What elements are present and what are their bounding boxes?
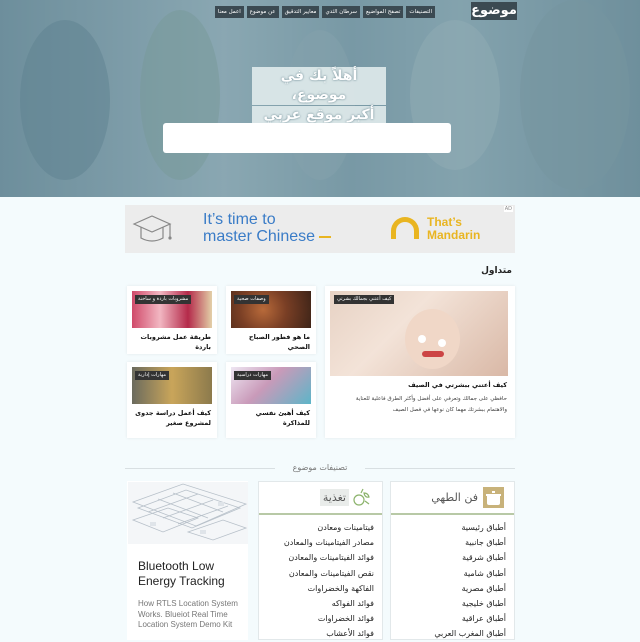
category-badge[interactable]: مهارات إدارية bbox=[135, 371, 170, 380]
nav-link-standards[interactable]: معايير التدقيق bbox=[281, 6, 320, 18]
ad-banner[interactable]: It’s time to master Chinese That’s Manda… bbox=[125, 205, 515, 253]
category-label[interactable]: فن الطهي bbox=[431, 489, 478, 506]
nav-link-categories[interactable]: التصنيفات bbox=[406, 6, 435, 18]
category-link[interactable]: أطباق شامية bbox=[434, 566, 506, 581]
trending-card[interactable]: مهارات دراسية كيف أهيئ نفسي للمذاكرة bbox=[226, 362, 316, 438]
category-link[interactable]: أطباق جانبية bbox=[434, 535, 506, 550]
nav-link-about[interactable]: عن موضوع bbox=[246, 6, 279, 18]
category-link[interactable]: فيتامينات ومعادن bbox=[284, 520, 374, 535]
category-link[interactable]: أطباق عراقية bbox=[434, 611, 506, 626]
category-badge[interactable]: كيف أعتني بجمالك بشرتي bbox=[334, 295, 395, 304]
article-title[interactable]: كيف أهيئ نفسي للمذاكرة bbox=[228, 408, 310, 428]
category-link[interactable]: فوائد الفيتامينات والمعادن bbox=[284, 550, 374, 565]
category-link[interactable]: نقص الفيتامينات والمعادن bbox=[284, 566, 374, 581]
category-badge[interactable]: وصفات صحية bbox=[234, 295, 269, 304]
trending-main-card[interactable]: كيف أعتني بجمالك بشرتي كيف أعتني ببشرتي … bbox=[325, 286, 515, 438]
category-links: أطباق رئيسية أطباق جانبية أطباق شرقية أط… bbox=[434, 520, 506, 642]
category-link[interactable]: مصادر الفيتامينات والمعادن bbox=[284, 535, 374, 550]
categories-heading: تصنيفات موضوع bbox=[125, 463, 515, 473]
category-link[interactable]: فوائد الخضراوات bbox=[284, 611, 374, 626]
ad-headline: It’s time to master Chinese bbox=[203, 211, 332, 245]
ad-image bbox=[128, 482, 248, 544]
ad-line2: master Chinese bbox=[203, 228, 316, 245]
ad-card-heading[interactable]: Bluetooth Low Energy Tracking bbox=[138, 559, 242, 589]
category-link[interactable]: فوائد الفواكه bbox=[284, 596, 374, 611]
ad-line1: It’s time to bbox=[203, 211, 276, 228]
nav-link-careers[interactable]: اعمل معنا bbox=[214, 6, 244, 18]
category-cooking: فن الطهي أطباق رئيسية أطباق جانبية أطباق… bbox=[390, 481, 515, 640]
sponsored-card[interactable]: Bluetooth Low Energy Tracking How RTLS L… bbox=[127, 481, 248, 640]
category-badge[interactable]: مشروبات باردة و ساخنة bbox=[135, 295, 192, 304]
article-title[interactable]: كيف أعمل دراسة جدوى لمشروع صغير bbox=[129, 408, 211, 428]
cooking-pot-icon bbox=[483, 487, 504, 508]
vegetables-icon bbox=[353, 488, 370, 506]
category-label[interactable]: تغذية bbox=[319, 489, 349, 506]
category-header[interactable]: فن الطهي bbox=[391, 482, 514, 515]
site-logo[interactable]: موضوع bbox=[471, 2, 517, 20]
category-link[interactable]: أطباق المغرب العربي bbox=[434, 626, 506, 641]
category-link[interactable]: أطباق رئيسية bbox=[434, 520, 506, 535]
face-shape bbox=[405, 309, 460, 369]
trending-card[interactable]: وصفات صحية ما هو فطور الصباح الصحي bbox=[226, 286, 316, 354]
category-links: فيتامينات ومعادن مصادر الفيتامينات والمع… bbox=[284, 520, 374, 642]
nav-link-breast-cancer[interactable]: سرطان الثدي bbox=[322, 6, 360, 18]
category-link[interactable]: أطباق مصرية bbox=[434, 581, 506, 596]
mandarin-logo-icon bbox=[391, 217, 419, 239]
nav-link-browse[interactable]: تصفح المواضيع bbox=[363, 6, 404, 18]
article-title[interactable]: طريقة عمل مشروبات باردة bbox=[129, 332, 212, 352]
search-input[interactable] bbox=[163, 123, 451, 153]
article-description: حافظي على جمالك وتعرفي على أفضل وأكثر ال… bbox=[355, 396, 507, 413]
category-link[interactable]: أطباق خليجية bbox=[434, 596, 506, 611]
category-nutrition: تغذية فيتامينات ومعادن مصادر الفيتامينات… bbox=[258, 481, 383, 640]
trending-card[interactable]: مهارات إدارية كيف أعمل دراسة جدوى لمشروع… bbox=[127, 362, 217, 438]
ad-choices-icon[interactable]: AD bbox=[503, 206, 513, 212]
dash-icon bbox=[319, 235, 332, 238]
category-badge[interactable]: مهارات دراسية bbox=[234, 371, 272, 380]
trending-title: متداول bbox=[481, 266, 512, 276]
ad-card-description: How RTLS Location System Works. Blueiot … bbox=[138, 599, 238, 629]
nail-polish bbox=[422, 351, 444, 357]
graduation-cap-icon bbox=[132, 215, 172, 242]
category-link[interactable]: أطباق شرقية bbox=[434, 550, 506, 565]
cream-dot bbox=[418, 335, 426, 343]
floorplan-illustration bbox=[131, 483, 248, 541]
top-nav: التصنيفات تصفح المواضيع سرطان الثدي معاي… bbox=[205, 6, 435, 18]
trending-card[interactable]: مشروبات باردة و ساخنة طريقة عمل مشروبات … bbox=[127, 286, 217, 354]
ad-brand-text: That’s Mandarin bbox=[427, 216, 480, 242]
category-link[interactable]: الفاكهة والخضراوات bbox=[284, 581, 374, 596]
hero-banner: موضوع التصنيفات تصفح المواضيع سرطان الثد… bbox=[0, 0, 640, 197]
hero-title-line1: أهلاً بك في موضوع، bbox=[252, 67, 386, 105]
ad-brand-line2: Mandarin bbox=[427, 228, 481, 242]
cream-dot bbox=[438, 339, 446, 347]
article-title[interactable]: ما هو فطور الصباح الصحي bbox=[228, 332, 310, 352]
article-title[interactable]: كيف أعتني ببشرتي في الصيف bbox=[332, 380, 507, 390]
ad-brand: That’s Mandarin bbox=[391, 216, 507, 242]
categories-title: تصنيفات موضوع bbox=[292, 463, 348, 472]
category-header[interactable]: تغذية bbox=[259, 482, 382, 515]
category-link[interactable]: فوائد الأعشاب bbox=[284, 626, 374, 641]
